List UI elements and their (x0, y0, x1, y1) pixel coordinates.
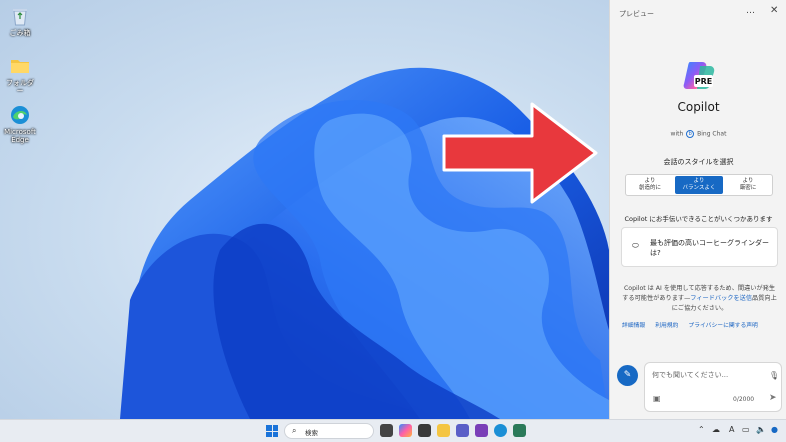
desktop-icon-label: Microsoft Edge (4, 128, 36, 144)
volume-icon[interactable]: 🔈 (756, 425, 766, 434)
red-arrow-annotation (442, 102, 598, 204)
chat-input-box: 🎙 ▣ 0/2000 ➤ (644, 362, 782, 412)
desktop-icon-recycle-bin[interactable]: ごみ箱 (3, 5, 37, 37)
feedback-link[interactable]: フィードバックを送信 (690, 295, 752, 302)
privacy-link[interactable]: プライバシーに関する声明 (688, 320, 757, 329)
more-options-button[interactable]: … (746, 6, 756, 16)
char-counter: 0/2000 (733, 396, 755, 403)
send-icon[interactable]: ➤ (769, 393, 777, 403)
with-bing-chat: with b Bing Chat (610, 130, 786, 138)
taskbar-app-widgets[interactable] (380, 424, 393, 437)
ime-indicator[interactable]: A (729, 425, 734, 434)
taskbar-app-explorer[interactable] (437, 424, 450, 437)
desktop-icon-label: フォルダー (6, 79, 34, 95)
with-suffix: Bing Chat (697, 130, 727, 138)
bing-icon: b (686, 130, 695, 138)
suggestion-card[interactable]: ⬭ 最も評価の高いコーヒーグラインダーは? (621, 227, 778, 267)
taskbar-app-task-view[interactable] (418, 424, 431, 437)
copilot-logo-icon: PRE (683, 62, 715, 89)
image-capture-icon[interactable]: ▣ (653, 394, 661, 403)
notification-bell-icon[interactable]: ● (771, 425, 778, 434)
folder-icon (11, 60, 29, 73)
desktop-icon-edge[interactable]: Microsoft Edge (3, 104, 37, 144)
conversation-style-selector: より 創造的に より バランスよく より 厳密に (625, 174, 773, 196)
cloud-icon[interactable]: ☁ (712, 425, 720, 434)
style-line: バランスよく (682, 185, 716, 191)
taskbar-app-edge[interactable] (494, 424, 507, 437)
display-icon[interactable]: ▭ (742, 425, 750, 434)
desktop-icon-folder[interactable]: フォルダー (3, 55, 37, 95)
style-line: より (693, 178, 705, 184)
with-prefix: with (670, 130, 684, 138)
style-line: 創造的に (638, 185, 661, 191)
taskbar-app-copilot[interactable] (399, 424, 412, 437)
wallpaper-bloom (120, 67, 609, 419)
style-balanced-button[interactable]: より バランスよく (675, 176, 723, 194)
style-creative-button[interactable]: より 創造的に (626, 175, 674, 195)
panel-title: プレビュー (619, 10, 654, 18)
close-button[interactable]: ✕ (770, 5, 778, 16)
style-line: より (742, 178, 754, 184)
suggestions-hint: Copilot にお手伝いできることがいくつかあります (624, 215, 773, 223)
recycle-bin-icon (13, 9, 27, 26)
copilot-panel: プレビュー … ✕ PRE Copilot with b Bing Chat 会… (609, 0, 786, 419)
taskbar-app-other[interactable] (475, 424, 488, 437)
copilot-name: Copilot (677, 100, 720, 114)
style-precise-button[interactable]: より 厳密に (724, 175, 772, 195)
taskbar-search[interactable]: ⌕ 検索 (284, 423, 374, 439)
disclaimer: Copilot は AI を使用して応答するため、間違いが発生する可能性がありま… (622, 284, 777, 314)
start-button[interactable] (266, 425, 278, 437)
search-label: 検索 (305, 429, 318, 437)
style-line: 厳密に (739, 185, 757, 191)
footer-links: 詳細情報 利用規約 プライバシーに関する声明 (622, 320, 782, 329)
tray-chevron-icon[interactable]: ⌃ (698, 425, 705, 434)
desktop: ごみ箱 フォルダー Microsoft Edge (0, 0, 609, 419)
new-topic-button[interactable]: ✎ (617, 365, 638, 386)
terms-link[interactable]: 利用規約 (655, 320, 678, 329)
taskbar-app-store[interactable] (513, 424, 526, 437)
desktop-icon-label: ごみ箱 (9, 29, 31, 37)
tag-icon: ⬭ (632, 241, 639, 250)
learn-more-link[interactable]: 詳細情報 (622, 320, 645, 329)
edge-icon (11, 106, 29, 124)
logo-badge: PRE (695, 77, 713, 86)
taskbar-app-teams[interactable] (456, 424, 469, 437)
chat-icon: ✎ (623, 370, 632, 380)
chat-input[interactable] (652, 371, 762, 379)
suggestion-text: 最も評価の高いコーヒーグラインダーは? (650, 239, 769, 257)
style-title: 会話のスタイルを選択 (663, 158, 734, 166)
search-icon: ⌕ (292, 426, 297, 435)
taskbar: ⌕ 検索 ⌃ ☁ A ▭ 🔈 ● (0, 419, 786, 442)
microphone-icon[interactable]: 🎙 (769, 371, 779, 380)
style-line: より (644, 178, 656, 184)
